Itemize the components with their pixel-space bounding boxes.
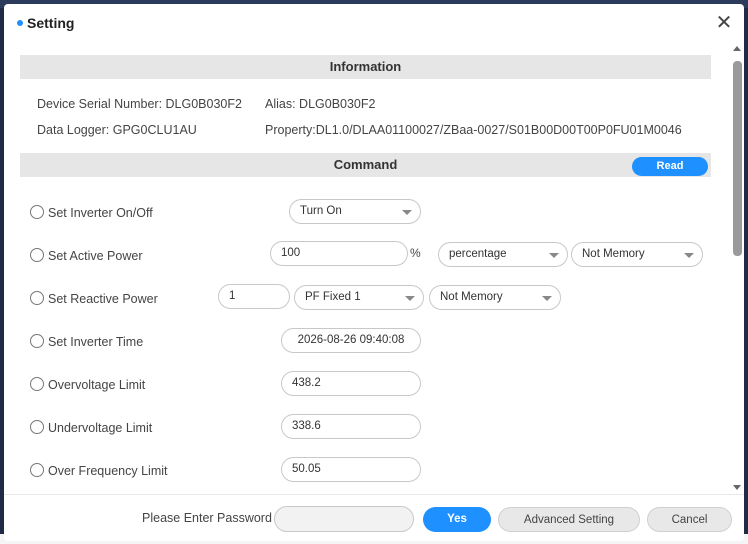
chevron-down-icon	[402, 210, 412, 215]
overvoltage-label: Overvoltage Limit	[48, 378, 146, 392]
active-power-memory-select[interactable]: Not Memory	[571, 242, 703, 267]
reactive-power-memory-select[interactable]: Not Memory	[429, 285, 561, 310]
close-icon[interactable]: ✕	[714, 13, 734, 34]
reactive-power-input[interactable]: 1	[218, 284, 290, 309]
chevron-down-icon	[549, 253, 559, 258]
dialog-content: Information Device Serial Number: DLG0B0…	[4, 42, 744, 494]
over-frequency-input[interactable]: 50.05	[281, 457, 421, 482]
reactive-power-mode-value: PF Fixed 1	[305, 291, 361, 303]
active-power-radio[interactable]	[30, 248, 44, 262]
scroll-down-icon[interactable]	[733, 485, 741, 490]
active-power-input[interactable]: 100	[270, 241, 408, 266]
overvoltage-radio[interactable]	[30, 377, 44, 391]
over-frequency-label: Over Frequency Limit	[48, 464, 168, 478]
information-heading: Information	[20, 55, 711, 79]
inverter-onoff-value: Turn On	[300, 205, 342, 217]
setting-dialog: Setting ✕ Information Device Serial Numb…	[4, 4, 744, 541]
over-frequency-radio[interactable]	[30, 463, 44, 477]
property: Property:DL1.0/DLAA01100027/ZBaa-0027/S0…	[265, 123, 682, 137]
overvoltage-input[interactable]: 438.2	[281, 371, 421, 396]
password-input[interactable]	[274, 506, 414, 532]
inverter-time-input[interactable]: 2026-08-26 09:40:08	[281, 328, 421, 353]
active-power-label: Set Active Power	[48, 249, 143, 263]
inverter-onoff-label: Set Inverter On/Off	[48, 206, 153, 220]
reactive-power-memory-value: Not Memory	[440, 291, 503, 303]
dialog-title-bar: Setting ✕	[4, 4, 744, 42]
dialog-footer: Please Enter Password Yes Advanced Setti…	[4, 494, 744, 541]
inverter-onoff-radio[interactable]	[30, 205, 44, 219]
command-heading: Command	[20, 153, 711, 177]
device-serial-number: Device Serial Number: DLG0B030F2	[37, 97, 242, 111]
title-dot-icon	[17, 20, 23, 26]
inverter-onoff-select[interactable]: Turn On	[289, 199, 421, 224]
cancel-button[interactable]: Cancel	[647, 507, 732, 532]
read-button[interactable]: Read	[632, 157, 708, 176]
data-logger: Data Logger: GPG0CLU1AU	[37, 123, 197, 137]
active-power-mode-value: percentage	[449, 248, 507, 260]
active-power-memory-value: Not Memory	[582, 248, 645, 260]
undervoltage-label: Undervoltage Limit	[48, 421, 153, 435]
vertical-scrollbar[interactable]	[731, 46, 744, 494]
dialog-title: Setting	[27, 15, 75, 31]
undervoltage-input[interactable]: 338.6	[281, 414, 421, 439]
advanced-setting-button[interactable]: Advanced Setting	[498, 507, 640, 532]
reactive-power-radio[interactable]	[30, 291, 44, 305]
active-power-unit: %	[410, 246, 421, 260]
scrollbar-thumb[interactable]	[733, 61, 742, 256]
password-label: Please Enter Password	[142, 511, 272, 525]
inverter-time-radio[interactable]	[30, 334, 44, 348]
chevron-down-icon	[684, 253, 694, 258]
reactive-power-mode-select[interactable]: PF Fixed 1	[294, 285, 424, 310]
yes-button[interactable]: Yes	[423, 507, 491, 532]
reactive-power-label: Set Reactive Power	[48, 292, 158, 306]
active-power-mode-select[interactable]: percentage	[438, 242, 568, 267]
undervoltage-radio[interactable]	[30, 420, 44, 434]
chevron-down-icon	[542, 296, 552, 301]
chevron-down-icon	[405, 296, 415, 301]
alias: Alias: DLG0B030F2	[265, 97, 376, 111]
inverter-time-label: Set Inverter Time	[48, 335, 144, 349]
scroll-up-icon[interactable]	[733, 46, 741, 51]
